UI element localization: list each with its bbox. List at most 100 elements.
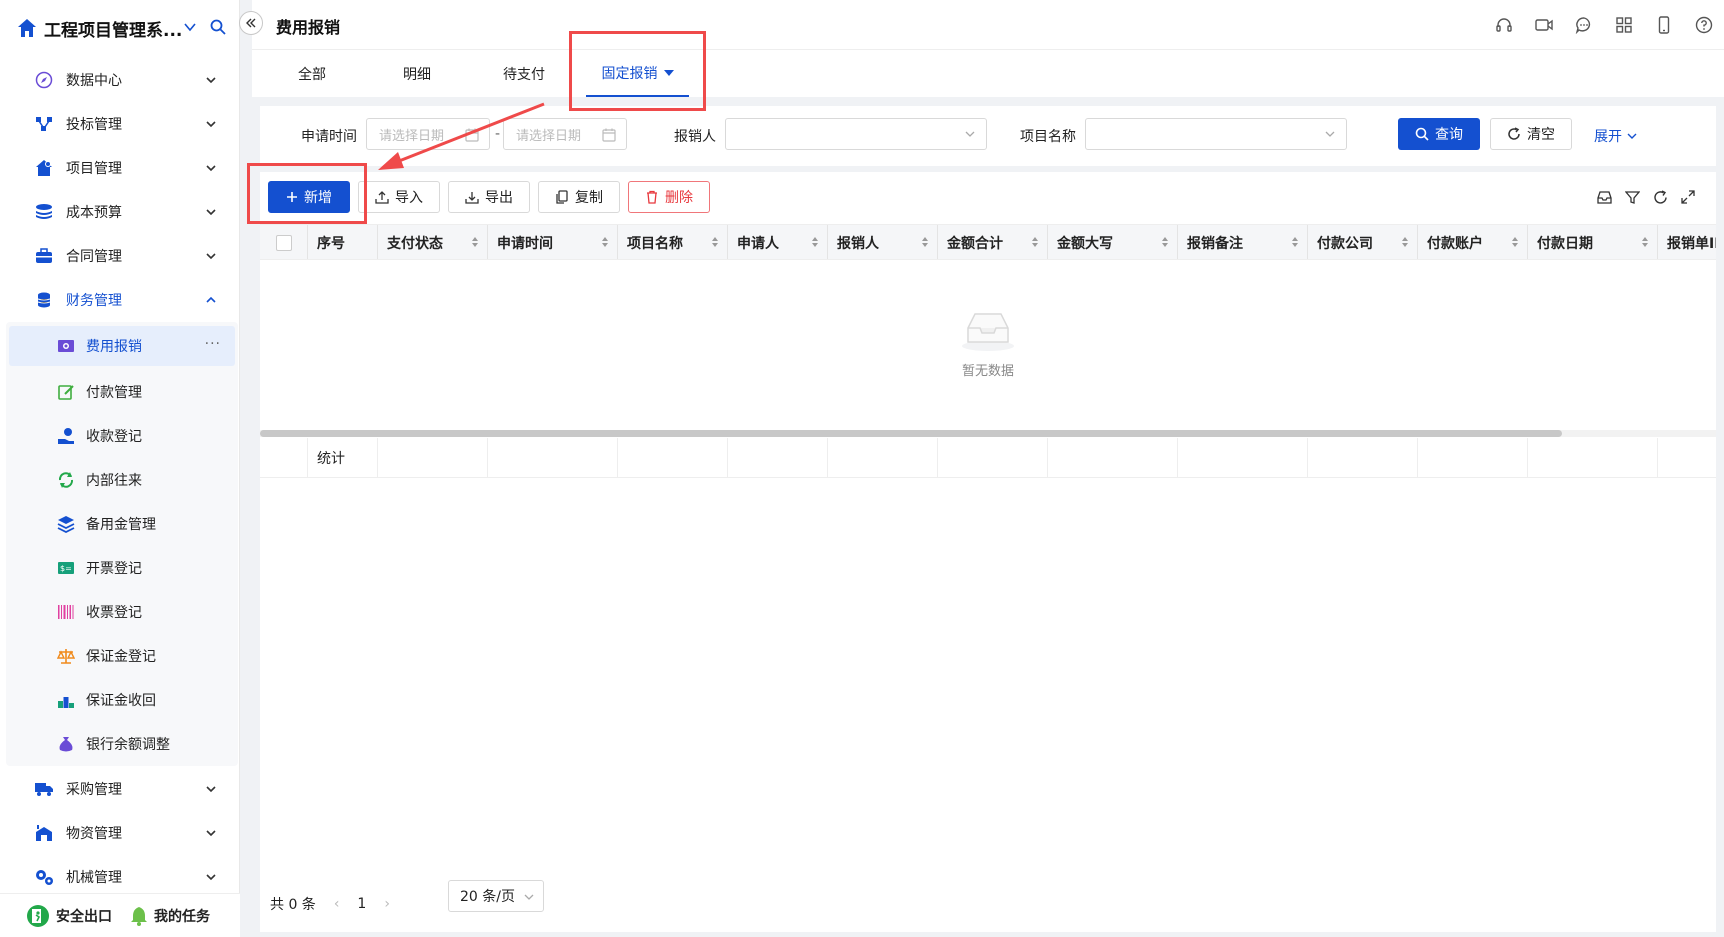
reimburser-select[interactable]	[725, 118, 987, 150]
refresh-icon[interactable]	[1646, 190, 1674, 205]
search-icon[interactable]	[210, 19, 226, 35]
collapse-sidebar-button[interactable]	[239, 11, 263, 35]
expand-label: 展开	[1594, 129, 1622, 145]
sub-item-bank-balance[interactable]: 银行余额调整	[6, 722, 238, 766]
col-applicant[interactable]: 申请人	[728, 225, 828, 259]
menu-item-procurement[interactable]: 采购管理	[0, 767, 240, 811]
mobile-icon[interactable]	[1644, 14, 1684, 36]
sub-item-receipt[interactable]: 收款登记	[6, 414, 238, 458]
sub-item-internal[interactable]: 内部往来	[6, 458, 238, 502]
chevron-down-icon[interactable]	[183, 20, 197, 34]
summary-cell	[1658, 438, 1716, 477]
next-page-button[interactable]: ›	[384, 896, 390, 912]
more-icon[interactable]: ···	[205, 336, 221, 352]
apps-grid-icon[interactable]	[1604, 14, 1644, 36]
help-icon[interactable]	[1684, 14, 1724, 36]
col-remark[interactable]: 报销备注	[1178, 225, 1308, 259]
horizontal-scrollbar[interactable]	[260, 430, 1562, 437]
exit-button[interactable]: 安全出口	[26, 904, 112, 928]
video-icon[interactable]	[1524, 14, 1564, 36]
sub-item-payment[interactable]: 付款管理	[6, 370, 238, 414]
filter-icon[interactable]	[1618, 190, 1646, 205]
end-date-input[interactable]: 请选择日期	[503, 118, 627, 150]
chevron-down-icon	[205, 871, 217, 883]
tab-detail[interactable]: 明细	[387, 50, 447, 97]
delete-label: 删除	[665, 190, 693, 206]
col-pay-account[interactable]: 付款账户	[1418, 225, 1528, 259]
chat-icon[interactable]	[1564, 14, 1604, 36]
col-apply-time[interactable]: 申请时间	[488, 225, 618, 259]
sub-item-expense[interactable]: 费用报销 ···	[9, 326, 235, 366]
sub-item-invoicing[interactable]: $= 开票登记	[6, 546, 238, 590]
tab-all[interactable]: 全部	[282, 50, 342, 97]
clear-button[interactable]: 清空	[1490, 118, 1572, 150]
menu-label: 机械管理	[66, 870, 122, 886]
select-all-checkbox[interactable]	[276, 235, 292, 251]
copy-icon	[556, 190, 568, 204]
menu-label: 数据中心	[66, 73, 122, 89]
sort-icon	[472, 237, 478, 247]
highlight-tab-annotation	[569, 31, 706, 111]
sub-item-deposit-return[interactable]: 保证金收回	[6, 678, 238, 722]
expand-filter-link[interactable]: 展开	[1594, 126, 1638, 146]
sub-item-deposit-register[interactable]: 保证金登记	[6, 634, 238, 678]
menu-item-budget[interactable]: 成本预算	[0, 190, 240, 234]
menu-item-data-center[interactable]: 数据中心	[0, 58, 240, 102]
menu-label: 采购管理	[66, 782, 122, 798]
menu-item-finance[interactable]: 财务管理	[0, 278, 240, 322]
reset-icon	[1508, 127, 1520, 140]
col-amount-total[interactable]: 金额合计	[938, 225, 1048, 259]
sidebar-footer: 安全出口 我的任务	[0, 893, 240, 937]
delete-button[interactable]: 删除	[628, 181, 710, 213]
col-label: 申请人	[737, 236, 779, 252]
end-date-placeholder: 请选择日期	[516, 128, 582, 144]
menu-label: 物资管理	[66, 826, 122, 842]
import-button[interactable]: 导入	[358, 181, 440, 213]
menu-item-contract[interactable]: 合同管理	[0, 234, 240, 278]
apply-time-label: 申请时间	[301, 129, 357, 145]
edit-icon	[56, 382, 76, 402]
copy-button[interactable]: 复制	[538, 181, 620, 213]
current-page[interactable]: 1	[357, 896, 366, 912]
query-button[interactable]: 查询	[1398, 118, 1480, 150]
sort-icon	[812, 237, 818, 247]
home-icon[interactable]	[16, 17, 38, 39]
col-project-name[interactable]: 项目名称	[618, 225, 728, 259]
prev-page-button[interactable]: ‹	[334, 896, 340, 912]
tab-pending-payment[interactable]: 待支付	[489, 50, 559, 97]
menu-item-materials[interactable]: 物资管理	[0, 811, 240, 855]
fullscreen-icon[interactable]	[1674, 190, 1702, 205]
table-card: 新增 导入 导出 复制 删除 序号 支付状态 申请时间 项目名称 申请人 报销人…	[260, 172, 1716, 932]
col-pay-status[interactable]: 支付状态	[378, 225, 488, 259]
menu-item-project[interactable]: 项目管理	[0, 146, 240, 190]
chevron-down-icon	[205, 74, 217, 86]
headset-icon[interactable]	[1484, 14, 1524, 36]
summary-cell	[1048, 438, 1178, 477]
export-button[interactable]: 导出	[448, 181, 530, 213]
col-label: 付款账户	[1427, 236, 1483, 252]
page-title: 费用报销	[276, 18, 341, 37]
inbox-icon[interactable]	[1590, 190, 1618, 205]
col-label: 项目名称	[627, 236, 683, 252]
chevron-down-icon	[1325, 131, 1335, 137]
project-name-select[interactable]	[1085, 118, 1347, 150]
col-index[interactable]: 序号	[308, 225, 378, 259]
flow-icon	[34, 114, 54, 134]
sort-icon	[602, 237, 608, 247]
sub-item-invoice-receipt[interactable]: 收票登记	[6, 590, 238, 634]
col-pay-company[interactable]: 付款公司	[1308, 225, 1418, 259]
sub-item-label: 收款登记	[86, 429, 142, 445]
col-reimbursement-id[interactable]: 报销单ID	[1658, 225, 1716, 259]
page-size-select[interactable]: 20 条/页	[448, 880, 544, 912]
col-amount-uppercase[interactable]: 金额大写	[1048, 225, 1178, 259]
sub-item-petty-cash[interactable]: 备用金管理	[6, 502, 238, 546]
summary-cell	[1528, 438, 1658, 477]
copy-label: 复制	[575, 190, 603, 206]
col-reimburser[interactable]: 报销人	[828, 225, 938, 259]
col-pay-date[interactable]: 付款日期	[1528, 225, 1658, 259]
sub-item-label: 保证金收回	[86, 693, 156, 709]
scale-icon	[56, 646, 76, 666]
start-date-input[interactable]: 请选择日期	[366, 118, 490, 150]
menu-item-bidding[interactable]: 投标管理	[0, 102, 240, 146]
my-tasks-button[interactable]: 我的任务	[130, 906, 210, 926]
